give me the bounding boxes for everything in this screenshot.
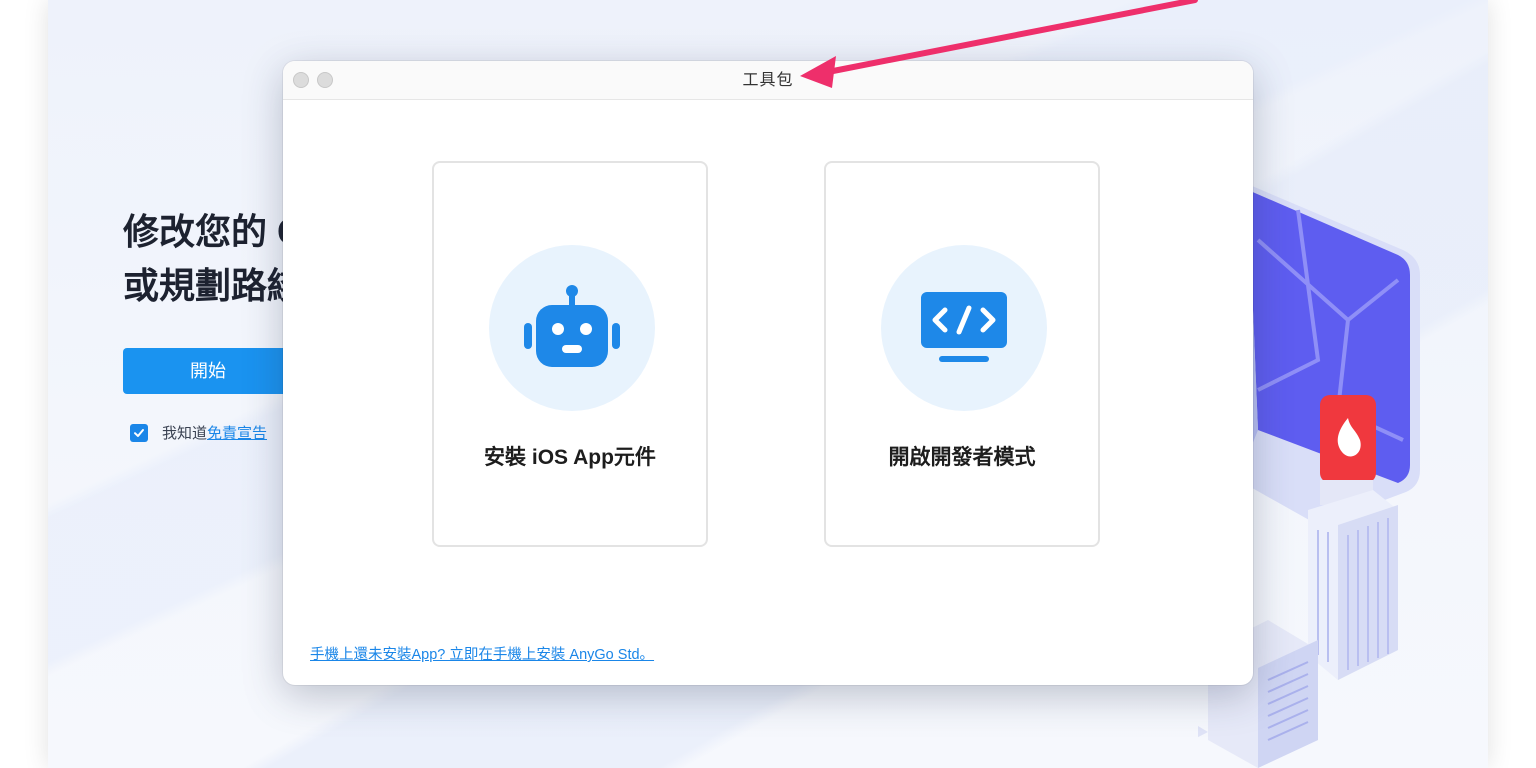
code-monitor-icon-circle: [881, 245, 1047, 411]
toolbox-dialog: 工具包 安裝 iOS App元件 開啟開發者模式 手機上還未安裝App? 立即在…: [283, 61, 1253, 685]
hero-title-line-2: 或規劃路綫: [123, 265, 304, 306]
hero-title-line-1: 修改您的 G: [123, 211, 306, 252]
code-monitor-icon: [921, 292, 1007, 362]
enable-developer-mode-card[interactable]: 開啟開發者模式: [824, 161, 1100, 547]
card-label-developer-mode: 開啟開發者模式: [888, 446, 1036, 469]
disclaimer-link[interactable]: 免責宣告: [207, 425, 267, 442]
hero-title: 修改您的 G 或規劃路綫: [123, 205, 305, 313]
checkmark-icon: [134, 428, 144, 437]
robot-icon: [524, 285, 620, 367]
disclaimer-agree-row: 我知道免責宣告: [130, 422, 267, 443]
dialog-title: 工具包: [742, 72, 794, 89]
agree-label: 我知道: [162, 425, 208, 442]
dialog-titlebar: 工具包: [283, 61, 1253, 100]
agree-checkbox[interactable]: [130, 423, 148, 442]
start-button[interactable]: 開始: [123, 348, 293, 394]
card-label-install-ios-app: 安裝 iOS App元件: [484, 446, 656, 469]
robot-icon-circle: [489, 245, 655, 411]
install-ios-app-component-card[interactable]: 安裝 iOS App元件: [432, 161, 708, 547]
install-anygo-link[interactable]: 手機上還未安裝App? 立即在手機上安裝 AnyGo Std。: [310, 643, 654, 664]
